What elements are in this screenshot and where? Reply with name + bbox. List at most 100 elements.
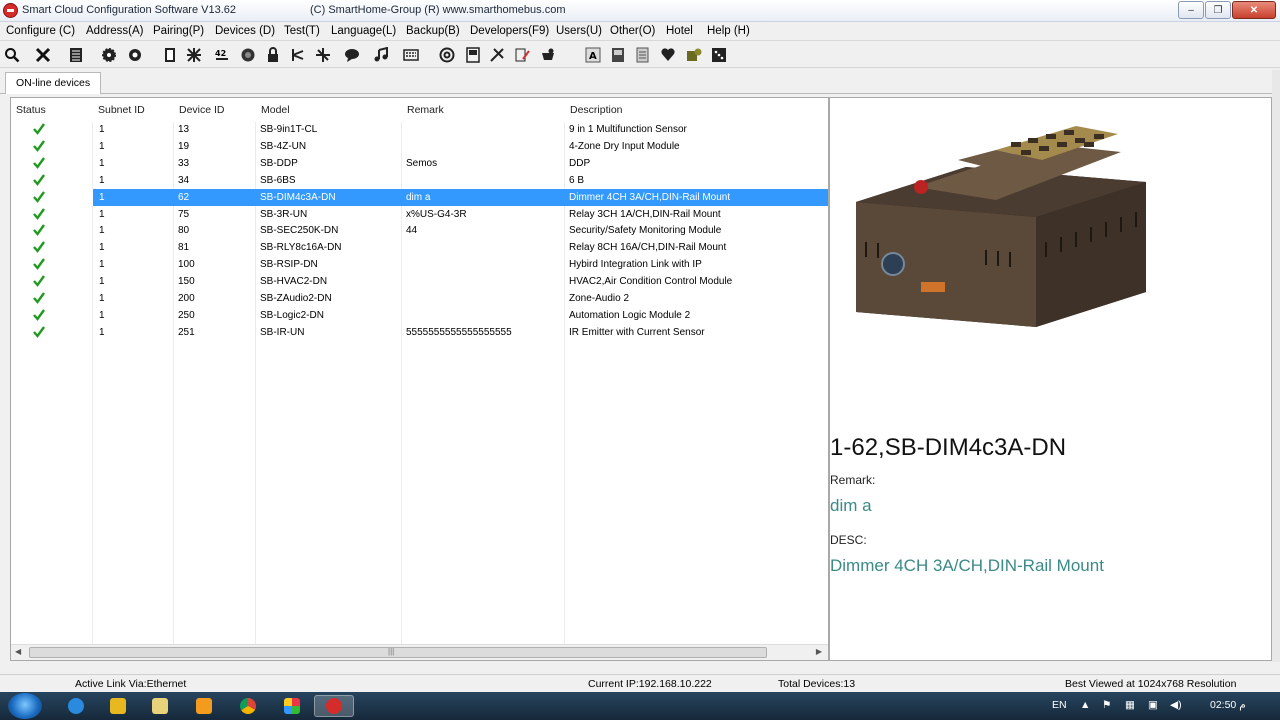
- gear-icon[interactable]: [100, 46, 117, 63]
- online-check-icon: [33, 224, 45, 237]
- target-icon[interactable]: [126, 46, 143, 63]
- cell-device: 100: [178, 259, 195, 271]
- menu-hotel[interactable]: Hotel: [666, 25, 693, 37]
- close-icon[interactable]: [34, 46, 51, 63]
- cell-device: 200: [178, 293, 195, 304]
- settings-icon[interactable]: [539, 46, 556, 63]
- keyboard-icon[interactable]: [402, 46, 419, 63]
- table-row[interactable]: 1 251 SB-IR-UN 5555555555555555555 IR Emitte…: [11, 324, 828, 341]
- media-player-icon[interactable]: [184, 695, 224, 717]
- menu-help[interactable]: Help (H): [707, 25, 750, 37]
- column-header-subnet-id[interactable]: Subnet ID: [93, 98, 174, 122]
- book-icon[interactable]: [161, 46, 178, 63]
- menu-users[interactable]: Users(U): [556, 25, 602, 37]
- tab-online-devices[interactable]: ON-line devices: [5, 72, 102, 94]
- scroll-thumb[interactable]: |||: [29, 647, 767, 658]
- menu-developers[interactable]: Developers(F9): [470, 25, 549, 37]
- record-icon[interactable]: [239, 46, 256, 63]
- cell-model: SB-ZAudio2-DN: [260, 293, 332, 304]
- app-logo-icon[interactable]: [3, 3, 18, 18]
- online-check-icon: [33, 207, 45, 220]
- menu-devices[interactable]: Devices (D): [215, 25, 275, 37]
- table-row[interactable]: 1 80 SB-SEC250K-DN 44 Security/Safety Monito…: [11, 222, 828, 239]
- online-check-icon: [33, 258, 45, 271]
- app-icon[interactable]: [98, 695, 138, 717]
- column-header-status[interactable]: Status: [11, 98, 93, 122]
- table-row[interactable]: 1 100 SB-RSIP-DN Hybird Integration Link wi…: [11, 256, 828, 273]
- column-header-remark[interactable]: Remark: [402, 98, 565, 122]
- edit-icon[interactable]: [514, 46, 531, 63]
- horizontal-scrollbar[interactable]: ◀ ||| ▶: [11, 644, 828, 660]
- save-icon[interactable]: [609, 46, 626, 63]
- table-row[interactable]: 1 62 SB-DIM4c3A-DN dim a Dimmer 4CH 3A/CH,DI…: [11, 188, 828, 206]
- panel-icon[interactable]: [464, 46, 481, 63]
- online-check-icon: [33, 309, 45, 321]
- online-check-icon: [33, 326, 45, 338]
- svg-text:A: A: [589, 51, 597, 62]
- cell-model: SB-RLY8c16A-DN: [260, 242, 342, 254]
- plug-icon[interactable]: [488, 46, 505, 63]
- ie-icon[interactable]: [56, 695, 96, 717]
- menu-test[interactable]: Test(T): [284, 25, 320, 37]
- tiles-icon[interactable]: [272, 695, 312, 717]
- menu-other[interactable]: Other(O): [610, 25, 655, 37]
- table-row[interactable]: 1 150 SB-HVAC2-DN HVAC2,Air Condition Contr…: [11, 273, 828, 290]
- menu-pairing[interactable]: Pairing(P): [153, 25, 204, 37]
- cell-subnet: 1: [99, 157, 105, 169]
- tools-icon[interactable]: [185, 46, 202, 63]
- online-check-icon: [33, 241, 45, 254]
- maximize-button[interactable]: ❐: [1205, 1, 1231, 19]
- desc-label: DESC:: [830, 533, 867, 547]
- cell-device: 13: [178, 124, 190, 135]
- lock-icon[interactable]: [264, 46, 281, 63]
- weight-icon[interactable]: [685, 46, 702, 63]
- menu-language[interactable]: Language(L): [331, 25, 396, 37]
- cell-subnet: 1: [99, 309, 105, 321]
- minimize-button[interactable]: ‒: [1178, 1, 1204, 19]
- cell-device: 81: [178, 242, 190, 254]
- table-row[interactable]: 1 13 SB-9in1T-CL 9 in 1 Multifunction Senso…: [11, 121, 828, 138]
- online-check-icon: [33, 173, 45, 186]
- text-icon[interactable]: A: [584, 46, 601, 63]
- explorer-icon[interactable]: [140, 695, 180, 717]
- close-button[interactable]: ✕: [1232, 1, 1276, 19]
- at-icon[interactable]: [438, 46, 455, 63]
- column-header-model[interactable]: Model: [256, 98, 402, 122]
- smart-cloud-taskbar-icon[interactable]: [314, 695, 354, 717]
- table-row[interactable]: 1 200 SB-ZAudio2-DN Zone-Audio 2: [11, 290, 828, 307]
- table-row[interactable]: 1 19 SB-4Z-UN 4-Zone Dry Input Module: [11, 138, 828, 155]
- clock[interactable]: 02:50 م: [1210, 699, 1246, 711]
- menu-backup[interactable]: Backup(B): [406, 25, 460, 37]
- menu-configure[interactable]: Configure (C): [6, 25, 75, 37]
- heart-icon[interactable]: [659, 46, 676, 63]
- network-icon[interactable]: [314, 46, 331, 63]
- security-tray-icon[interactable]: ▣: [1148, 699, 1158, 711]
- table-row[interactable]: 1 75 SB-3R-UN x%US-G4-3R Relay 3CH 1A/CH,DIN…: [11, 206, 828, 223]
- network-icon[interactable]: [289, 46, 306, 63]
- search-icon[interactable]: [3, 46, 20, 63]
- table-row[interactable]: 1 33 SB-DDP Semos DDP: [11, 155, 828, 172]
- menu-address[interactable]: Address(A): [86, 25, 144, 37]
- network-tray-icon[interactable]: ▦: [1125, 699, 1135, 711]
- start-button[interactable]: [8, 693, 42, 719]
- chrome-icon[interactable]: [228, 695, 268, 717]
- table-row[interactable]: 1 34 SB-6BS 6 B: [11, 172, 828, 189]
- scroll-right-icon[interactable]: ▶: [816, 647, 822, 656]
- table-row[interactable]: 1 250 SB-Logic2-DN Automation Logic Module …: [11, 307, 828, 324]
- language-indicator[interactable]: EN: [1052, 699, 1067, 711]
- table-row[interactable]: 1 81 SB-RLY8c16A-DN Relay 8CH 16A/CH,DIN-Ra…: [11, 239, 828, 256]
- sort-icon[interactable]: 42: [213, 46, 230, 63]
- vertical-scrollbar[interactable]: [1272, 70, 1280, 662]
- dice-icon[interactable]: [710, 46, 727, 63]
- list-icon[interactable]: [67, 46, 84, 63]
- tray-arrow-icon[interactable]: ▲: [1080, 699, 1090, 711]
- volume-icon[interactable]: ◀): [1170, 699, 1182, 711]
- music-icon[interactable]: [372, 46, 389, 63]
- document-icon[interactable]: [634, 46, 651, 63]
- scroll-left-icon[interactable]: ◀: [15, 647, 21, 656]
- status-cell: [11, 155, 93, 172]
- flag-icon[interactable]: ⚑: [1102, 699, 1111, 711]
- column-header-description[interactable]: Description: [565, 98, 828, 122]
- column-header-device-id[interactable]: Device ID: [174, 98, 256, 122]
- chat-icon[interactable]: [343, 46, 360, 63]
